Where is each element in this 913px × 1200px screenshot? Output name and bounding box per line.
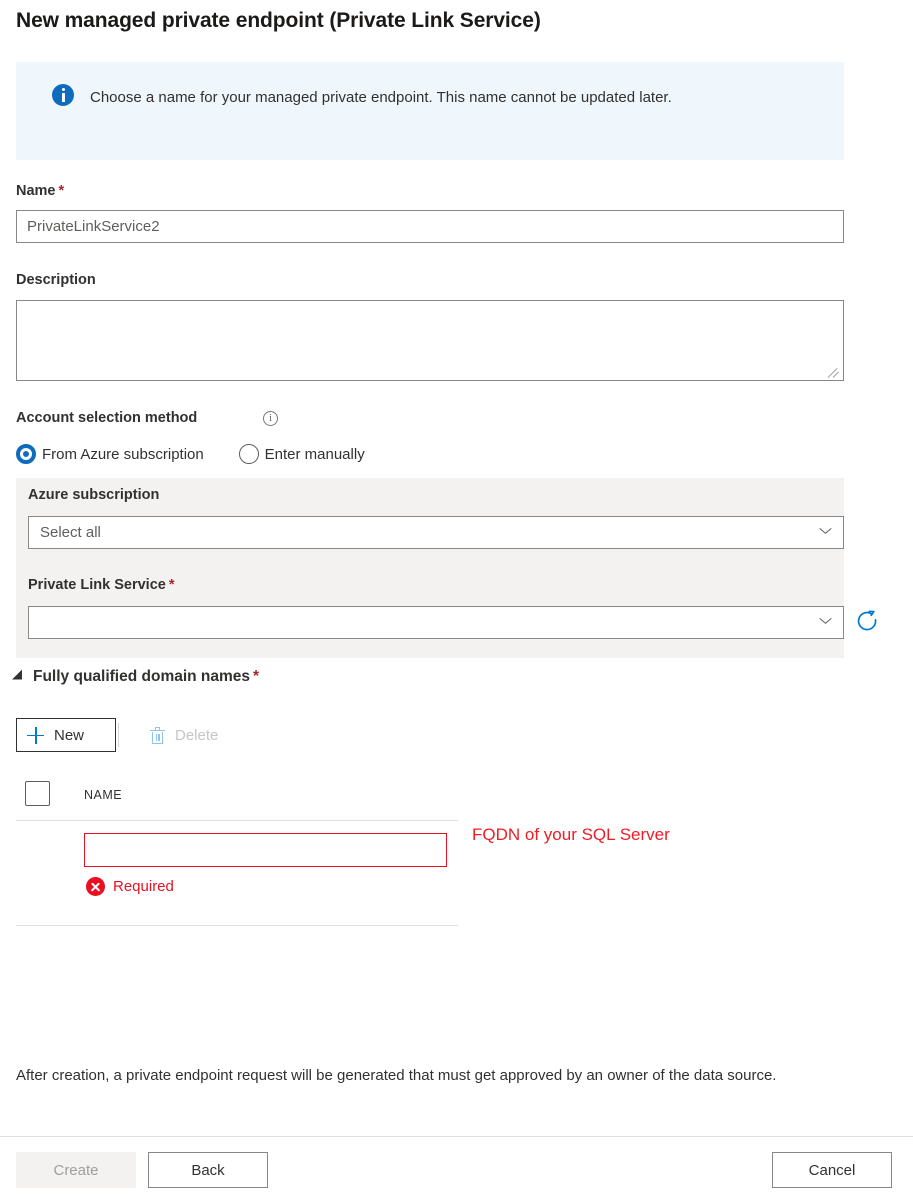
delete-fqdn-button-label: Delete [175,726,219,744]
radio-enter-manually-label: Enter manually [264,445,365,463]
trash-icon [150,726,165,744]
fqdn-section-label: Fully qualified domain names * [33,668,259,686]
name-input[interactable] [16,210,844,243]
delete-fqdn-button: Delete [149,718,279,752]
radio-enter-manually[interactable]: Enter manually [238,444,365,464]
chevron-down-icon [820,618,831,625]
info-banner: Choose a name for your managed private e… [16,62,844,160]
name-label: Name * [16,183,64,199]
refresh-icon[interactable] [852,606,882,636]
select-all-checkbox[interactable] [25,781,50,806]
toolbar-divider [118,723,119,747]
azure-subscription-label: Azure subscription [28,487,160,503]
new-managed-private-endpoint-blade: New managed private endpoint (Private Li… [0,0,913,1200]
private-link-service-label-text: Private Link Service [28,577,166,593]
new-fqdn-button-label: New [54,726,85,744]
fqdn-annotation: FQDN of your SQL Server [472,825,670,844]
footer-note: After creation, a private endpoint reque… [16,1067,777,1084]
fqdn-required-error: Required [86,877,174,896]
private-link-service-label: Private Link Service * [28,577,174,593]
back-button[interactable]: Back [148,1152,268,1188]
radio-button-selected-icon [16,444,36,464]
radio-button-unselected-icon [238,444,259,464]
fqdn-name-input[interactable] [84,833,447,867]
account-selection-method-label: Account selection method [16,410,198,426]
description-textarea[interactable] [16,300,844,381]
table-row-divider [16,925,458,926]
radio-from-azure-subscription[interactable]: From Azure subscription [16,444,204,464]
chevron-down-icon [820,528,831,535]
info-outline-icon[interactable]: i [263,411,278,426]
name-label-text: Name [16,183,56,199]
triangle-expanded-icon [12,669,27,685]
fqdn-required-error-text: Required [113,878,174,895]
plus-icon [27,726,44,744]
info-circle-icon [52,84,74,106]
radio-from-azure-subscription-label: From Azure subscription [42,445,204,463]
azure-subscription-value: Select all [40,524,101,541]
azure-subscription-dropdown[interactable]: Select all [28,516,844,549]
footer-divider [0,1136,913,1137]
fqdn-section-toggle[interactable]: Fully qualified domain names * [12,666,259,688]
page-title: New managed private endpoint (Private Li… [16,9,541,32]
create-button: Create [16,1152,136,1188]
info-banner-text: Choose a name for your managed private e… [90,89,672,106]
private-link-service-required-asterisk: * [168,577,175,593]
account-selection-radio-group: From Azure subscription Enter manually [16,444,365,468]
table-header-divider [16,820,458,821]
new-fqdn-button[interactable]: New [16,718,116,752]
private-link-service-dropdown[interactable] [28,606,844,639]
name-required-asterisk: * [58,183,65,199]
error-x-icon [86,877,105,896]
fqdn-section-label-text: Fully qualified domain names [33,668,251,685]
column-header-name: NAME [84,788,123,802]
description-label: Description [16,272,96,288]
fqdn-required-asterisk: * [253,668,260,685]
cancel-button[interactable]: Cancel [772,1152,892,1188]
